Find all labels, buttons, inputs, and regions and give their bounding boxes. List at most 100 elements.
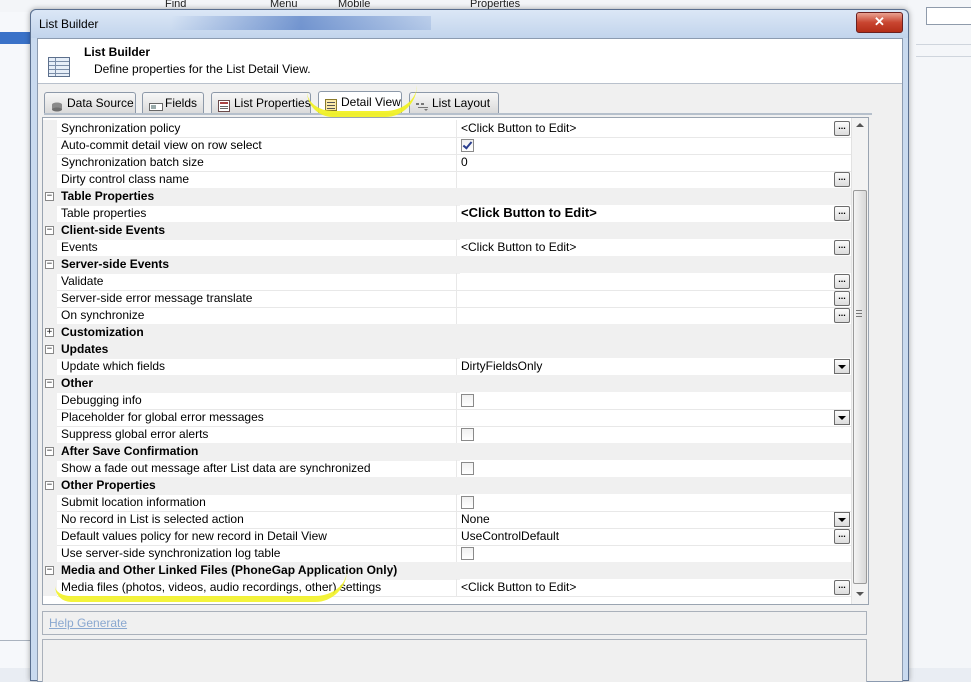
property-value[interactable]	[456, 307, 856, 325]
collapse-icon[interactable]: −	[45, 226, 54, 235]
category-row[interactable]: − After Save Confirmation	[43, 443, 851, 461]
scroll-grip-icon	[856, 310, 862, 317]
property-row[interactable]: Server-side error message translate...	[43, 290, 856, 308]
tab-list-properties[interactable]: List Properties	[211, 92, 311, 113]
dropdown-arrow-icon[interactable]	[834, 410, 850, 425]
category-row[interactable]: − Server-side Events	[43, 256, 851, 274]
property-value[interactable]: <Click Button to Edit>	[456, 239, 856, 257]
property-row[interactable]: Dirty control class name...	[43, 171, 856, 189]
ellipsis-button[interactable]: ...	[834, 291, 850, 306]
category-row[interactable]: − Client-side Events	[43, 222, 851, 240]
ellipsis-button[interactable]: ...	[834, 121, 850, 136]
property-row[interactable]: No record in List is selected action None	[43, 511, 856, 529]
property-value[interactable]	[456, 392, 856, 410]
property-value[interactable]	[456, 137, 856, 155]
ellipsis-button[interactable]: ...	[834, 580, 850, 595]
scroll-thumb[interactable]	[853, 190, 867, 584]
property-value[interactable]	[456, 494, 856, 512]
ellipsis-button[interactable]: ...	[834, 240, 850, 255]
close-button[interactable]: ✕	[856, 12, 903, 33]
ellipsis-button[interactable]: ...	[834, 206, 850, 221]
property-value[interactable]: None	[456, 511, 856, 529]
dropdown-arrow-icon[interactable]	[834, 512, 850, 527]
ellipsis-button[interactable]: ...	[834, 172, 850, 187]
row-gutter	[43, 494, 57, 511]
property-name: Dirty control class name	[57, 171, 460, 189]
property-row[interactable]: Use server-side synchronization log tabl…	[43, 545, 856, 563]
property-value[interactable]	[456, 171, 856, 189]
row-gutter	[43, 392, 57, 409]
category-row[interactable]: + Customization	[43, 324, 851, 342]
property-row[interactable]: Validate...	[43, 273, 856, 291]
tab-fields[interactable]: Fields	[142, 92, 204, 113]
collapse-icon[interactable]: −	[45, 566, 54, 575]
header-subtitle: Define properties for the List Detail Vi…	[94, 62, 311, 76]
category-row[interactable]: − Other	[43, 375, 851, 393]
dropdown-arrow-icon[interactable]	[834, 359, 850, 374]
property-value[interactable]: 0	[456, 154, 856, 172]
property-row[interactable]: Show a fade out message after List data …	[43, 460, 856, 478]
property-value[interactable]: DirtyFieldsOnly	[456, 358, 856, 376]
scroll-up-arrow-icon[interactable]	[856, 123, 864, 127]
property-value[interactable]: <Click Button to Edit>	[456, 205, 856, 223]
property-value[interactable]	[456, 409, 856, 427]
row-gutter	[43, 171, 57, 188]
row-gutter	[43, 120, 57, 137]
property-name: No record in List is selected action	[57, 511, 460, 529]
dialog-titlebar[interactable]: List Builder ✕	[31, 10, 908, 38]
property-checkbox[interactable]	[461, 428, 474, 441]
property-value[interactable]	[456, 273, 856, 291]
expand-icon[interactable]: +	[45, 328, 54, 337]
property-checkbox[interactable]	[461, 139, 474, 152]
property-value[interactable]	[456, 545, 856, 563]
vertical-scrollbar[interactable]	[851, 118, 868, 604]
property-row[interactable]: Table properties <Click Button to Edit>..…	[43, 205, 856, 223]
ellipsis-button[interactable]: ...	[834, 308, 850, 323]
property-row[interactable]: Update which fields DirtyFieldsOnly	[43, 358, 856, 376]
collapse-icon[interactable]: −	[45, 481, 54, 490]
property-name: Show a fade out message after List data …	[57, 460, 460, 478]
property-row[interactable]: Submit location information	[43, 494, 856, 512]
property-value[interactable]: UseControlDefault	[456, 528, 856, 546]
property-name: Submit location information	[57, 494, 460, 512]
tab-list-layout[interactable]: List Layout	[409, 92, 499, 113]
property-value-text: <Click Button to Edit>	[461, 205, 597, 220]
background-selected-row	[0, 32, 30, 44]
property-value[interactable]: <Click Button to Edit>	[456, 579, 856, 597]
category-row[interactable]: − Updates	[43, 341, 851, 359]
collapse-icon[interactable]: −	[45, 260, 54, 269]
row-gutter: −	[43, 256, 57, 273]
property-checkbox[interactable]	[461, 496, 474, 509]
collapse-icon[interactable]: −	[45, 345, 54, 354]
category-row[interactable]: − Other Properties	[43, 477, 851, 495]
property-value[interactable]	[456, 460, 856, 478]
property-row[interactable]: Placeholder for global error messages	[43, 409, 856, 427]
property-checkbox[interactable]	[461, 462, 474, 475]
property-checkbox[interactable]	[461, 547, 474, 560]
scroll-down-arrow-icon[interactable]	[856, 592, 864, 596]
category-row[interactable]: − Table Properties	[43, 188, 851, 206]
property-row[interactable]: Synchronization policy <Click Button to E…	[43, 120, 856, 138]
property-row[interactable]: On synchronize...	[43, 307, 856, 325]
property-row[interactable]: Debugging info	[43, 392, 856, 410]
property-value[interactable]: <Click Button to Edit>	[456, 120, 856, 138]
property-row[interactable]: Events <Click Button to Edit>...	[43, 239, 856, 257]
ellipsis-button[interactable]: ...	[834, 529, 850, 544]
row-gutter	[43, 154, 57, 171]
ellipsis-button[interactable]: ...	[834, 274, 850, 289]
help-generate-link[interactable]: Help Generate	[49, 616, 127, 630]
property-row[interactable]: Suppress global error alerts	[43, 426, 856, 444]
collapse-icon[interactable]: −	[45, 447, 54, 456]
row-gutter	[43, 460, 57, 477]
collapse-icon[interactable]: −	[45, 192, 54, 201]
property-value[interactable]	[456, 290, 856, 308]
property-value-text: UseControlDefault	[461, 529, 560, 543]
tab-data-source[interactable]: Data Source	[44, 92, 136, 113]
row-gutter	[43, 545, 57, 562]
property-checkbox[interactable]	[461, 394, 474, 407]
property-value[interactable]	[456, 426, 856, 444]
collapse-icon[interactable]: −	[45, 379, 54, 388]
property-row[interactable]: Default values policy for new record in …	[43, 528, 856, 546]
property-row[interactable]: Auto-commit detail view on row select	[43, 137, 856, 155]
property-row[interactable]: Synchronization batch size 0	[43, 154, 856, 172]
